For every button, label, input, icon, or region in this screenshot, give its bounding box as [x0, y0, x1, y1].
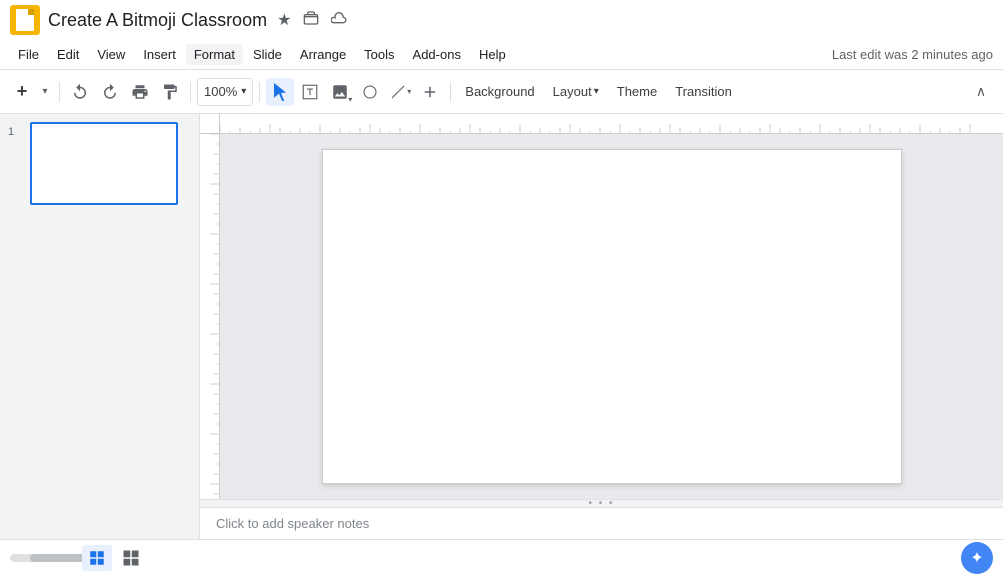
paint-format-button[interactable]: [156, 78, 184, 106]
folder-icon[interactable]: [301, 8, 321, 33]
menu-slide[interactable]: Slide: [245, 44, 290, 65]
menu-bar: File Edit View Insert Format Slide Arran…: [0, 40, 1003, 70]
line-tool-button[interactable]: ▾: [386, 78, 414, 106]
zoom-control[interactable]: 100% ▾: [197, 78, 253, 106]
menu-help[interactable]: Help: [471, 44, 514, 65]
smart-compose-button[interactable]: ✦: [961, 542, 993, 574]
toolbar-sep-3: [259, 82, 260, 102]
app-icon-shape: [16, 9, 34, 31]
collapse-toolbar-button[interactable]: ∧: [967, 78, 995, 106]
last-edit-status: Last edit was 2 minutes ago: [832, 47, 993, 62]
add-button[interactable]: +: [8, 78, 36, 106]
star-icon[interactable]: ★: [275, 8, 293, 32]
transition-button[interactable]: Transition: [667, 78, 740, 106]
layout-label: Layout: [553, 84, 592, 99]
undo-button[interactable]: [66, 78, 94, 106]
theme-label: Theme: [617, 84, 657, 99]
menu-edit[interactable]: Edit: [49, 44, 87, 65]
toolbar-sep-1: [59, 82, 60, 102]
menu-insert[interactable]: Insert: [135, 44, 184, 65]
menu-view[interactable]: View: [89, 44, 133, 65]
document-title: Create A Bitmoji Classroom: [48, 10, 267, 31]
zoom-chevron: ▾: [241, 86, 246, 97]
image-tool-button[interactable]: ▾: [326, 78, 354, 106]
toolbar: + ▾ 100% ▾ ▾ ▾ Background Layout: [0, 70, 1003, 114]
main-area: 1 // Will be drawn dynamically: [0, 114, 1003, 539]
menu-arrange[interactable]: Arrange: [292, 44, 354, 65]
print-button[interactable]: [126, 78, 154, 106]
drag-dots-icon: • • •: [588, 498, 614, 509]
editor-area: // Will be drawn dynamically • • • Click…: [200, 114, 1003, 539]
menu-addons[interactable]: Add-ons: [405, 44, 469, 65]
redo-button[interactable]: [96, 78, 124, 106]
notes-drag-handle[interactable]: • • •: [200, 500, 1003, 508]
slide-canvas[interactable]: [322, 149, 902, 484]
vertical-ruler: [200, 134, 220, 499]
canvas-with-vruler: [200, 134, 1003, 499]
select-tool-button[interactable]: [266, 78, 294, 106]
add-chevron[interactable]: ▾: [37, 78, 53, 106]
slide-number-1: 1: [8, 122, 24, 138]
layout-chevron: ▾: [594, 86, 599, 97]
app-icon: [10, 5, 40, 35]
grid-view-large-button[interactable]: [116, 545, 146, 571]
toolbar-add-group: + ▾: [8, 78, 53, 106]
menu-format[interactable]: Format: [186, 44, 243, 65]
ruler-area: // Will be drawn dynamically: [200, 114, 1003, 134]
cloud-icon[interactable]: [329, 8, 349, 33]
horizontal-scrollbar[interactable]: [10, 554, 70, 562]
transition-label: Transition: [675, 84, 732, 99]
shape-tool-button[interactable]: [356, 78, 384, 106]
zoom-level: 100%: [204, 84, 237, 99]
text-box-tool-button[interactable]: [296, 78, 324, 106]
toolbar-sep-2: [190, 82, 191, 102]
layout-button[interactable]: Layout ▾: [545, 78, 607, 106]
slide-panel: 1: [0, 114, 200, 539]
corner-ruler: [200, 114, 220, 134]
background-label: Background: [465, 84, 534, 99]
notes-area: • • • Click to add speaker notes: [200, 499, 1003, 539]
more-tools-button[interactable]: [416, 78, 444, 106]
title-bar: Create A Bitmoji Classroom ★: [0, 0, 1003, 40]
bottom-bar: ✦: [0, 539, 1003, 575]
speaker-notes-input[interactable]: Click to add speaker notes: [200, 508, 1003, 539]
scroll-thumb: [30, 554, 90, 562]
background-button[interactable]: Background: [457, 78, 542, 106]
smart-compose-icon: ✦: [970, 548, 983, 568]
canvas-area: [220, 134, 1003, 499]
slide-thumbnail-1[interactable]: [30, 122, 178, 205]
toolbar-sep-4: [450, 82, 451, 102]
theme-button[interactable]: Theme: [609, 78, 665, 106]
menu-tools[interactable]: Tools: [356, 44, 402, 65]
slide-view-buttons: [10, 545, 146, 571]
grid-view-small-button[interactable]: [82, 545, 112, 571]
menu-file[interactable]: File: [10, 44, 47, 65]
toolbar-right-group: ∧: [967, 78, 995, 106]
horizontal-ruler: // Will be drawn dynamically: [220, 114, 1003, 134]
slide-1-container: 1: [8, 122, 191, 205]
